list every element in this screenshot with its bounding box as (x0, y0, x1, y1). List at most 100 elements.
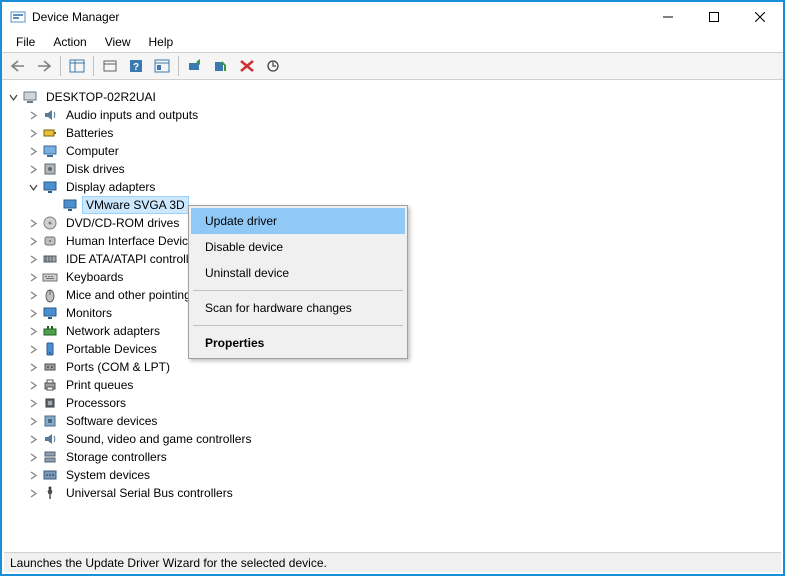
context-menu: Update driver Disable device Uninstall d… (188, 205, 408, 359)
chevron-right-icon[interactable] (26, 234, 40, 248)
menu-file[interactable]: File (8, 33, 43, 51)
toolbar-separator (178, 56, 179, 76)
chevron-down-icon[interactable] (6, 90, 20, 104)
computer-icon (42, 143, 58, 159)
tree-category-label: Ports (COM & LPT) (62, 358, 174, 376)
toolbar-separator (60, 56, 61, 76)
cm-scan-hardware[interactable]: Scan for hardware changes (191, 295, 405, 321)
tree-category-row[interactable]: Disk drives (26, 160, 781, 178)
chevron-right-icon[interactable] (26, 252, 40, 266)
tree-category-label: Universal Serial Bus controllers (62, 484, 237, 502)
tree-category-label: Processors (62, 394, 130, 412)
cm-disable-device[interactable]: Disable device (191, 234, 405, 260)
maximize-button[interactable] (691, 2, 737, 32)
monitor-icon (62, 197, 78, 213)
monitor-icon (42, 305, 58, 321)
chevron-right-icon[interactable] (26, 306, 40, 320)
status-text: Launches the Update Driver Wizard for th… (10, 556, 327, 570)
update-driver-button[interactable] (183, 55, 207, 77)
tree-category-row[interactable]: System devices (26, 466, 781, 484)
scan-hardware-button[interactable] (261, 55, 285, 77)
forward-button[interactable] (32, 55, 56, 77)
toolbar-separator (93, 56, 94, 76)
minimize-button[interactable] (645, 2, 691, 32)
tree-root-label: DESKTOP-02R2UAI (42, 88, 160, 106)
printer-icon (42, 377, 58, 393)
tree-root-row[interactable]: DESKTOP-02R2UAI (6, 88, 781, 106)
chevron-right-icon[interactable] (26, 450, 40, 464)
window-title: Device Manager (32, 10, 645, 24)
tree-category-row[interactable]: Storage controllers (26, 448, 781, 466)
menu-action[interactable]: Action (45, 33, 94, 51)
cm-separator (193, 290, 403, 291)
ide-icon (42, 251, 58, 267)
software-icon (42, 413, 58, 429)
chevron-right-icon[interactable] (26, 108, 40, 122)
portable-icon (42, 341, 58, 357)
cm-uninstall-device[interactable]: Uninstall device (191, 260, 405, 286)
chevron-right-icon[interactable] (26, 270, 40, 284)
tree-category-row[interactable]: Display adapters (26, 178, 781, 196)
mouse-icon (42, 287, 58, 303)
tree-category-row[interactable]: Software devices (26, 412, 781, 430)
cd-icon (42, 215, 58, 231)
svg-text:?: ? (133, 62, 139, 73)
tree-category-row[interactable]: Computer (26, 142, 781, 160)
tree-category-label: Print queues (62, 376, 137, 394)
tree-category-label: Sound, video and game controllers (62, 430, 255, 448)
chevron-right-icon[interactable] (26, 468, 40, 482)
close-button[interactable] (737, 2, 783, 32)
cm-properties[interactable]: Properties (191, 330, 405, 356)
monitor-icon (42, 179, 58, 195)
tree-category-row[interactable]: Processors (26, 394, 781, 412)
menu-help[interactable]: Help (141, 33, 182, 51)
port-icon (42, 359, 58, 375)
show-hide-tree-button[interactable] (65, 55, 89, 77)
chevron-right-icon[interactable] (26, 360, 40, 374)
chevron-right-icon[interactable] (26, 288, 40, 302)
chevron-right-icon[interactable] (26, 324, 40, 338)
chevron-right-icon[interactable] (26, 162, 40, 176)
disk-icon (42, 161, 58, 177)
battery-icon (42, 125, 58, 141)
tree-category-label: Monitors (62, 304, 116, 322)
tree-category-label: Disk drives (62, 160, 129, 178)
expander-placeholder (46, 198, 60, 212)
chevron-right-icon[interactable] (26, 342, 40, 356)
tree-category-label: Software devices (62, 412, 161, 430)
tree-category-label: System devices (62, 466, 154, 484)
tree-category-row[interactable]: Sound, video and game controllers (26, 430, 781, 448)
chevron-right-icon[interactable] (26, 216, 40, 230)
cm-update-driver[interactable]: Update driver (191, 208, 405, 234)
chevron-right-icon[interactable] (26, 396, 40, 410)
tree-category-label: Batteries (62, 124, 117, 142)
tree-device-label: VMware SVGA 3D (82, 196, 189, 214)
enable-device-button[interactable] (209, 55, 233, 77)
uninstall-button[interactable] (235, 55, 259, 77)
cpu-icon (42, 395, 58, 411)
chevron-right-icon[interactable] (26, 126, 40, 140)
back-button[interactable] (6, 55, 30, 77)
tree-category-row[interactable]: Print queues (26, 376, 781, 394)
tree-category-row[interactable]: Batteries (26, 124, 781, 142)
network-icon (42, 323, 58, 339)
usb-icon (42, 485, 58, 501)
tree-category-row[interactable]: Universal Serial Bus controllers (26, 484, 781, 502)
storage-icon (42, 449, 58, 465)
menu-bar: File Action View Help (2, 32, 783, 52)
tree-category-row[interactable]: Ports (COM & LPT) (26, 358, 781, 376)
menu-view[interactable]: View (97, 33, 139, 51)
chevron-down-icon[interactable] (26, 180, 40, 194)
action-button[interactable] (150, 55, 174, 77)
help-button[interactable]: ? (124, 55, 148, 77)
computer-icon (22, 89, 38, 105)
chevron-right-icon[interactable] (26, 432, 40, 446)
tree-category-label: Portable Devices (62, 340, 161, 358)
chevron-right-icon[interactable] (26, 144, 40, 158)
chevron-right-icon[interactable] (26, 378, 40, 392)
chevron-right-icon[interactable] (26, 486, 40, 500)
tree-device-row[interactable]: VMware SVGA 3D (46, 196, 781, 214)
tree-category-row[interactable]: Audio inputs and outputs (26, 106, 781, 124)
properties-button[interactable] (98, 55, 122, 77)
chevron-right-icon[interactable] (26, 414, 40, 428)
